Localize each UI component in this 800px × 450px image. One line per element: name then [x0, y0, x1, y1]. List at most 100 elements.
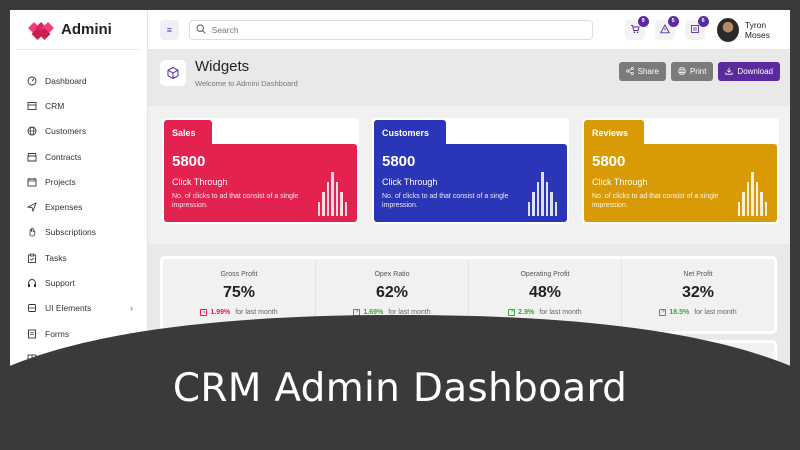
stat-change: ↗ 18.5% for last month	[622, 309, 774, 316]
sidebar-item-projects[interactable]: Projects	[10, 169, 147, 194]
stat-change: ↗ 1.69% for last month	[316, 309, 468, 316]
sidebar-item-ui-elements[interactable]: UI Elements ›	[10, 296, 147, 321]
sidebar-item-label: CRM	[45, 100, 65, 111]
widget-body: 5800 Click Through No. of clicks to ad tha…	[164, 144, 357, 222]
form-icon	[26, 328, 37, 339]
widget-description: No. of clicks to ad that consist of a si…	[592, 193, 719, 209]
search-input[interactable]	[211, 24, 592, 35]
widget-card-customers[interactable]: 5800 Click Through No. of clicks to ad tha…	[372, 118, 569, 224]
stat-net-profit: Net Profit 32% ↗ 18.5% for last month	[622, 259, 774, 331]
caption-title: CRM Admin Dashboard	[172, 366, 628, 411]
widget-tab[interactable]: Reviews	[584, 120, 644, 150]
widget-tab[interactable]: Sales	[164, 120, 212, 150]
sidebar-item-customers[interactable]: Customers	[10, 119, 147, 144]
page-header: Widgets Welcome to Admini Dashboard Shar…	[160, 58, 780, 98]
topbar: ≡ 9 5 6 Tyron Moses	[148, 10, 790, 50]
stat-change-note: for last month	[539, 309, 582, 316]
bar-chart-icon	[737, 172, 767, 216]
table-icon	[26, 353, 37, 364]
stat-value: 32%	[681, 284, 715, 301]
chart-bar	[746, 182, 749, 216]
chart-bar	[737, 202, 740, 216]
globe-icon	[26, 126, 37, 137]
cart-button[interactable]: 9	[624, 15, 649, 40]
brand[interactable]: Admini	[16, 10, 141, 50]
stat-label: Net Profit	[683, 271, 713, 278]
download-button[interactable]: Download	[718, 62, 780, 81]
sidebar-item-label: Subscriptions	[45, 227, 97, 238]
sidebar-item-subscriptions[interactable]: Subscriptions	[10, 220, 147, 245]
chart-bar	[764, 202, 767, 216]
brand-name: Admini	[61, 21, 112, 38]
hand-icon	[26, 227, 37, 238]
stat-gross-profit: Gross Profit 75% ↘ 1.99% for last month	[163, 259, 316, 331]
alerts-count-badge: 5	[667, 15, 679, 27]
widget-value: 5800	[172, 153, 206, 170]
chart-bar	[322, 192, 325, 216]
chart-bar	[760, 192, 763, 216]
widget-card-reviews[interactable]: 5800 Click Through No. of clicks to ad tha…	[582, 118, 779, 224]
stat-operating-profit: Operating Profit 48% ↗ 2.9% for last month	[469, 259, 622, 331]
store-icon	[26, 151, 37, 162]
widget-description: No. of clicks to ad that consist of a si…	[382, 193, 509, 209]
messages-button[interactable]: 6	[684, 15, 709, 40]
chart-bar	[326, 182, 329, 216]
sidebar-item-label: UI Elements	[45, 303, 92, 314]
trend-up-icon: ↗	[353, 309, 361, 316]
chart-bar	[742, 192, 745, 216]
alerts-button[interactable]: 5	[654, 15, 679, 40]
cube-icon	[160, 60, 186, 86]
sidebar-nav: Dashboard CRM Customers Contracts Projects Ex…	[10, 68, 147, 372]
chart-bar	[751, 172, 754, 216]
sidebar-item-label: Support	[45, 278, 75, 289]
sidebar-item-forms[interactable]: Forms ›	[10, 321, 147, 346]
sidebar-item-support[interactable]: Support	[10, 270, 147, 295]
widget-value: 5800	[382, 153, 416, 170]
sidebar-item-label: Dashboard	[45, 75, 87, 86]
widget-description: No. of clicks to ad that consist of a si…	[172, 193, 299, 209]
print-button[interactable]: Print	[670, 62, 714, 81]
stats-panel: Gross Profit 75% ↘ 1.99% for last month Opex …	[160, 256, 777, 334]
bar-chart-icon	[527, 172, 557, 216]
sidebar-item-expenses[interactable]: Expenses	[10, 194, 147, 219]
brand-logo-icon	[26, 20, 56, 40]
chart-bar	[527, 202, 530, 216]
download-icon	[725, 67, 734, 77]
sidebar-item-tasks[interactable]: Tasks	[10, 245, 147, 270]
cart-count-badge: 9	[637, 15, 649, 27]
dashboard-icon	[26, 75, 37, 86]
menu-toggle-button[interactable]: ≡	[160, 19, 179, 40]
sidebar-item-crm[interactable]: CRM	[10, 93, 147, 118]
avatar[interactable]	[716, 17, 739, 42]
stat-opex-ratio: Opex Ratio 62% ↗ 1.69% for last month	[316, 259, 469, 331]
bar-chart-icon	[317, 172, 347, 216]
chart-bar	[554, 202, 557, 216]
search-box[interactable]	[188, 19, 593, 40]
sidebar-item-label: Forms	[45, 328, 70, 339]
calendar-icon	[26, 176, 37, 187]
stat-change-value: 1.99%	[210, 309, 231, 316]
trend-down-icon: ↘	[200, 309, 208, 316]
stat-change-note: for last month	[388, 309, 431, 316]
chart-bar	[340, 192, 343, 216]
chart-bar	[331, 172, 334, 216]
user-name: Tyron Moses	[744, 19, 770, 40]
chart-bar	[532, 192, 535, 216]
widget-body: 5800 Click Through No. of clicks to ad tha…	[374, 144, 567, 222]
sidebar-item-label: Tables	[45, 353, 70, 364]
stat-value: 48%	[528, 284, 562, 301]
sidebar-item-label: Tasks	[45, 252, 67, 263]
sidebar-item-dashboard[interactable]: Dashboard	[10, 68, 147, 93]
user-menu[interactable]: Tyron Moses	[716, 17, 790, 42]
chevron-right-icon: ›	[130, 303, 133, 314]
sidebar-item-contracts[interactable]: Contracts	[10, 144, 147, 169]
widget-card-sales[interactable]: 5800 Click Through No. of clicks to ad tha…	[162, 118, 359, 224]
stat-value: 75%	[222, 284, 256, 301]
trend-up-icon: ↗	[659, 309, 667, 316]
sidebar-item-label: Contracts	[45, 151, 82, 162]
chart-bar	[317, 202, 320, 216]
stat-change: ↗ 2.9% for last month	[469, 309, 621, 316]
share-button[interactable]: Share	[618, 62, 666, 81]
widget-tab[interactable]: Customers	[374, 120, 446, 150]
page-title: Widgets	[195, 58, 250, 75]
